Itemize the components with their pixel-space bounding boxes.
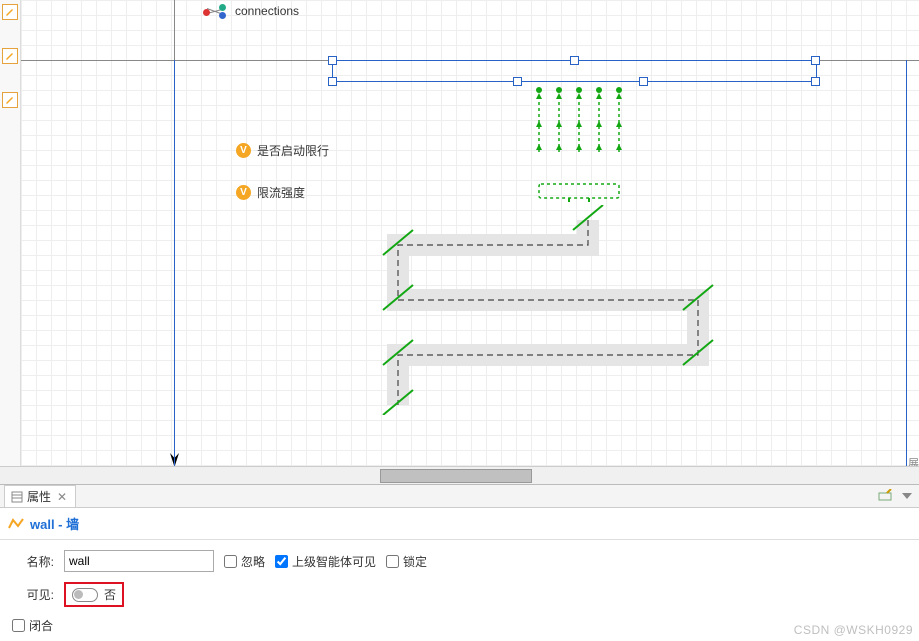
tool-edit-3[interactable]	[2, 92, 18, 108]
tab-close-icon[interactable]: ✕	[55, 490, 69, 504]
tab-label: 属性	[27, 488, 51, 505]
panel-menu-icon[interactable]	[899, 488, 915, 504]
top-area: connections V 是否启动限行 V 限流强度	[0, 0, 919, 466]
variable-badge-icon: V	[236, 185, 251, 200]
boundary-left	[174, 60, 175, 466]
tab-properties[interactable]: 属性 ✕	[4, 485, 76, 507]
visible-value: 否	[104, 586, 116, 603]
panel-tabbar: 属性 ✕	[0, 485, 919, 508]
selection-handle[interactable]	[328, 77, 337, 86]
closed-checkbox-input[interactable]	[12, 619, 25, 632]
closed-checkbox[interactable]: 闭合	[12, 617, 53, 634]
tool-edit-2[interactable]	[2, 48, 18, 64]
name-input[interactable]	[64, 550, 214, 572]
selection-handle[interactable]	[811, 77, 820, 86]
ignore-label: 忽略	[241, 553, 265, 570]
right-edge-hint: 展	[908, 455, 919, 466]
panel-body: 名称: 忽略 上级智能体可见 锁定 可见: 否 闭合	[0, 540, 919, 641]
properties-icon	[11, 491, 23, 503]
pedestrian-flow[interactable]	[529, 82, 635, 202]
name-label: 名称:	[12, 553, 54, 570]
panel-title-text: wall - 墙	[30, 514, 79, 533]
boundary-right	[906, 60, 907, 466]
variable-badge-icon: V	[236, 143, 251, 158]
ignore-checkbox[interactable]: 忽略	[224, 553, 265, 570]
canvas[interactable]: connections V 是否启动限行 V 限流强度	[21, 0, 919, 466]
selection-handle[interactable]	[513, 77, 522, 86]
selection-handle[interactable]	[328, 56, 337, 65]
lock-checkbox-input[interactable]	[386, 555, 399, 568]
panel-link-icon[interactable]	[877, 488, 893, 504]
selection-handle[interactable]	[570, 56, 579, 65]
left-toolbar	[0, 0, 21, 466]
connections-item[interactable]: connections	[203, 4, 299, 18]
row-name: 名称: 忽略 上级智能体可见 锁定	[12, 550, 907, 572]
parent-visible-label: 上级智能体可见	[292, 553, 376, 570]
selection-handle[interactable]	[639, 77, 648, 86]
panel-title: wall - 墙	[0, 508, 919, 540]
app-root: connections V 是否启动限行 V 限流强度	[0, 0, 919, 641]
wall-icon	[8, 518, 24, 530]
selection-handle[interactable]	[811, 56, 820, 65]
visible-toggle[interactable]	[72, 588, 98, 602]
visible-toggle-highlight: 否	[64, 582, 124, 607]
variable-1[interactable]: V 是否启动限行	[236, 142, 329, 159]
wall-shape[interactable]	[368, 205, 728, 415]
variable-label: 限流强度	[257, 184, 305, 201]
parent-visible-checkbox-input[interactable]	[275, 555, 288, 568]
horizontal-scrollbar[interactable]	[0, 466, 919, 484]
tool-edit-1[interactable]	[2, 4, 18, 20]
lock-label: 锁定	[403, 553, 427, 570]
scrollbar-thumb[interactable]	[380, 469, 532, 483]
connections-icon	[203, 4, 227, 18]
properties-panel: 属性 ✕ wall - 墙 名称: 忽略 上级智能体可见	[0, 484, 919, 641]
row-closed: 闭合	[12, 617, 907, 634]
lock-checkbox[interactable]: 锁定	[386, 553, 427, 570]
variable-label: 是否启动限行	[257, 142, 329, 159]
visible-label: 可见:	[12, 586, 54, 603]
panel-actions	[877, 488, 915, 504]
ignore-checkbox-input[interactable]	[224, 555, 237, 568]
row-visible: 可见: 否	[12, 582, 907, 607]
closed-label: 闭合	[29, 617, 53, 634]
connections-label: connections	[235, 4, 299, 18]
parent-visible-checkbox[interactable]: 上级智能体可见	[275, 553, 376, 570]
variable-2[interactable]: V 限流强度	[236, 184, 305, 201]
